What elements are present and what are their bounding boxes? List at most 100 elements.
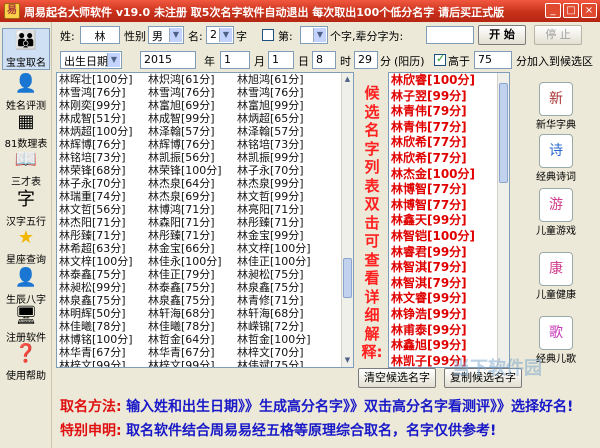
candidate-item[interactable]: 林甫泰[99分] (389, 323, 509, 339)
list-item[interactable]: 林梓文[70分] (237, 346, 311, 359)
sidebar-item-five-elements[interactable]: 字 汉字五行 (2, 188, 50, 228)
candidate-item[interactable]: 林鑫旭[99分] (389, 338, 509, 354)
list-item[interactable]: 林伟斌[75分] (237, 359, 311, 367)
sidebar-item-baby-naming[interactable]: 👪 宝宝取名 (2, 28, 50, 70)
list-item[interactable]: 林文哲[99分] (237, 190, 311, 203)
list-item[interactable]: 林炳超[100分] (59, 125, 133, 138)
sidebar-item-constellation[interactable]: ★ 星座查询 (2, 226, 50, 266)
list-item[interactable]: 林泉鑫[75分] (148, 294, 222, 307)
candidate-item[interactable]: 林博智[77分] (389, 198, 509, 214)
list-item[interactable]: 林泰鑫[75分] (148, 281, 222, 294)
list-item[interactable]: 林轩海[68分] (237, 307, 311, 320)
candidate-item[interactable]: 林博智[77分] (389, 182, 509, 198)
list-item[interactable]: 林晖壮[100分] (59, 73, 133, 86)
list-item[interactable]: 林彤臻[71分] (237, 216, 311, 229)
list-item[interactable]: 林彤臻[71分] (59, 229, 133, 242)
list-item[interactable]: 林荣锋[100分] (148, 164, 222, 177)
list-item[interactable]: 林泉鑫[75分] (59, 294, 133, 307)
list-item[interactable]: 林富旭[99分] (237, 99, 311, 112)
candidate-item[interactable]: 林子翌[99分] (389, 89, 509, 105)
list-item[interactable]: 林瑞重[74分] (59, 190, 133, 203)
candidate-item[interactable]: 林智淇[79分] (389, 276, 509, 292)
candidate-names-list[interactable]: 林欣睿[100分] 林子翌[99分] 林青伟[79分] 林青伟[77分] 林欣希[77分… (388, 72, 510, 368)
list-item[interactable]: 林佳曦[78分] (148, 320, 222, 333)
candidate-item[interactable]: 林欣睿[100分] (389, 73, 509, 89)
generation-checkbox[interactable] (262, 29, 274, 41)
list-item[interactable]: 林成智[51分] (59, 112, 133, 125)
month-input[interactable]: 1 (220, 51, 250, 69)
list-item[interactable]: 林杰泉[99分] (237, 177, 311, 190)
list-item[interactable]: 林佳永[100分] (148, 255, 222, 268)
close-button[interactable]: × (581, 3, 597, 18)
higher-score-checkbox[interactable] (434, 52, 446, 66)
list-item[interactable]: 林荣锋[68分] (59, 164, 133, 177)
list-item[interactable]: 林辉博[76分] (148, 138, 222, 151)
start-button[interactable]: 开 始 (478, 25, 526, 45)
list-item[interactable]: 林佳正[100分] (237, 255, 311, 268)
generation-input[interactable] (426, 26, 474, 44)
list-item[interactable]: 林成智[99分] (148, 112, 222, 125)
sidebar-item-name-evaluation[interactable]: 👤 姓名评测 (2, 72, 50, 112)
clear-candidates-button[interactable]: 清空候选名字 (358, 368, 436, 388)
list-item[interactable]: 林佳曦[78分] (59, 320, 133, 333)
list-item[interactable]: 林彤臻[71分] (148, 229, 222, 242)
minute-input[interactable]: 29 (354, 51, 378, 69)
gender-select[interactable]: 男 ▼ (148, 26, 184, 44)
list-item[interactable]: 林雪鸿[76分] (237, 86, 311, 99)
candidate-item[interactable]: 林青伟[79分] (389, 104, 509, 120)
list-item[interactable]: 林杰阳[71分] (59, 216, 133, 229)
sidebar-item-81-table[interactable]: ▦ 81数理表 (2, 110, 50, 150)
list-item[interactable]: 林昶松[99分] (59, 281, 133, 294)
list-item[interactable]: 林文梓[100分] (237, 242, 311, 255)
list-item[interactable]: 林明辉[50分] (59, 307, 133, 320)
generated-names-list[interactable]: 林晖壮[100分] 林雪鸿[76分] 林刚奕[99分] 林成智[51分] 林炳超[100… (56, 72, 354, 368)
list-item[interactable]: 林刚奕[99分] (59, 99, 133, 112)
list-item[interactable]: 林博鸿[71分] (148, 203, 222, 216)
list-item[interactable]: 林希超[63分] (59, 242, 133, 255)
list-item[interactable]: 林杰泉[64分] (148, 177, 222, 190)
candidate-item[interactable]: 林鑫天[99分] (389, 213, 509, 229)
year-input[interactable]: 2015 (140, 51, 196, 69)
list-item[interactable]: 林铭培[73分] (59, 151, 133, 164)
candidate-item[interactable]: 林青伟[77分] (389, 120, 509, 136)
scroll-down-icon[interactable]: ▼ (343, 355, 352, 365)
list-item[interactable]: 林哲金[64分] (148, 333, 222, 346)
list-item[interactable]: 林金宝[66分] (148, 242, 222, 255)
list-item[interactable]: 林轩海[68分] (148, 307, 222, 320)
list-item[interactable]: 林梓文[99分] (148, 359, 222, 367)
stop-button[interactable]: 停 止 (534, 25, 582, 45)
list-item[interactable]: 林泽翰[57分] (148, 125, 222, 138)
candidate-item[interactable]: 林欣希[77分] (389, 151, 509, 167)
list-item[interactable]: 林华青[67分] (148, 346, 222, 359)
surname-input[interactable]: 林 (80, 26, 120, 44)
list-item[interactable]: 林哲金[100分] (237, 333, 311, 346)
score-threshold-input[interactable]: 75 (474, 51, 512, 69)
name-count-select[interactable]: 2 ▼ (206, 26, 234, 44)
candidate-item[interactable]: 林智铠[100分] (389, 229, 509, 245)
sidebar-item-help[interactable]: ❓ 使用帮助 (2, 342, 50, 382)
list-item[interactable]: 林子永[70分] (59, 177, 133, 190)
rightbar-item-games[interactable]: 游 儿童游戏 (514, 188, 598, 237)
sidebar-item-sancai-table[interactable]: 📖 三才表 (2, 148, 50, 188)
sidebar-item-bazi[interactable]: 👤 生辰八字 (2, 266, 50, 306)
list-item[interactable]: 林辉博[76分] (59, 138, 133, 151)
list-item[interactable]: 林亮阳[71分] (237, 203, 311, 216)
rightbar-item-dictionary[interactable]: 新 新华字典 (514, 82, 598, 131)
list-item[interactable]: 林雪鸿[76分] (148, 86, 222, 99)
candidate-item[interactable]: 林杰金[100分] (389, 167, 509, 183)
list-item[interactable]: 林凯振[56分] (148, 151, 222, 164)
list-item[interactable]: 林铭培[73分] (237, 138, 311, 151)
list-item[interactable]: 林森阳[71分] (148, 216, 222, 229)
list-item[interactable]: 林炽鸿[61分] (148, 73, 222, 86)
maximize-button[interactable]: □ (563, 3, 579, 18)
rightbar-item-health[interactable]: 康 儿童健康 (514, 252, 598, 301)
list-item[interactable]: 林文梓[100分] (59, 255, 133, 268)
list-item[interactable]: 林青修[71分] (237, 294, 311, 307)
list-item[interactable]: 林杰泉[69分] (148, 190, 222, 203)
position-select[interactable]: ▼ (300, 26, 328, 44)
rightbar-item-poetry[interactable]: 诗 经典诗词 (514, 134, 598, 183)
scroll-thumb[interactable] (499, 83, 508, 183)
list-item[interactable]: 林佳正[79分] (148, 268, 222, 281)
candidate-item[interactable]: 林睿君[99分] (389, 245, 509, 261)
list-item[interactable]: 林泉鑫[75分] (237, 281, 311, 294)
